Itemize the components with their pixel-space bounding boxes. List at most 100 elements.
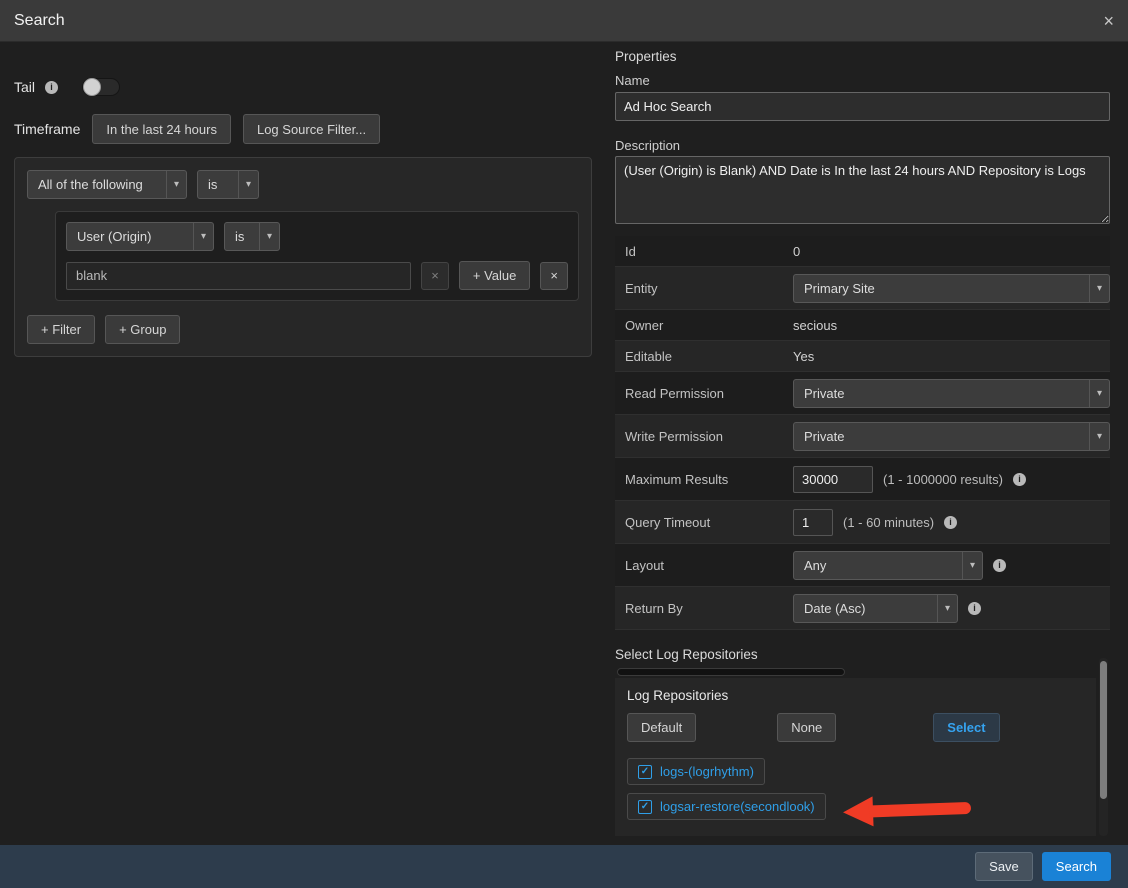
dialog-footer: Save Search xyxy=(0,845,1128,888)
property-row-read-permission: Read Permission Private ▾ xyxy=(615,372,1110,415)
group-condition-select[interactable]: is ▾ xyxy=(197,170,259,199)
timeframe-row: Timeframe In the last 24 hours Log Sourc… xyxy=(14,114,380,144)
return-by-select[interactable]: Date (Asc) ▾ xyxy=(793,594,958,623)
read-permission-select[interactable]: Private ▾ xyxy=(793,379,1110,408)
property-hint: (1 - 1000000 results) xyxy=(883,472,1003,487)
remove-value-button[interactable]: × xyxy=(421,262,449,290)
group-operator-select[interactable]: All of the following ▾ xyxy=(27,170,187,199)
tail-label: Tail xyxy=(14,79,35,95)
filter-value-input[interactable] xyxy=(66,262,411,290)
entity-select[interactable]: Primary Site ▾ xyxy=(793,274,1110,303)
info-icon[interactable]: i xyxy=(993,559,1006,572)
save-button[interactable]: Save xyxy=(975,852,1033,881)
add-group-button[interactable]: + Group xyxy=(105,315,180,344)
property-row-layout: Layout Any ▾ i xyxy=(615,544,1110,587)
repo-item-label: logsar-restore(secondlook) xyxy=(660,799,815,814)
properties-header: Properties xyxy=(615,49,677,64)
search-button[interactable]: Search xyxy=(1042,852,1111,881)
maximum-results-input[interactable] xyxy=(793,466,873,493)
dialog-titlebar: Search × xyxy=(0,0,1128,42)
add-value-button[interactable]: + Value xyxy=(459,261,531,290)
property-label: Return By xyxy=(615,601,793,616)
write-permission-select[interactable]: Private ▾ xyxy=(793,422,1110,451)
property-row-return-by: Return By Date (Asc) ▾ i xyxy=(615,587,1110,630)
property-row-editable: Editable Yes xyxy=(615,341,1110,372)
log-source-filter-button[interactable]: Log Source Filter... xyxy=(243,114,380,144)
scrollbar-thumb[interactable] xyxy=(1100,661,1107,799)
layout-value: Any xyxy=(804,558,826,573)
property-label: Write Permission xyxy=(615,429,793,444)
filter-builder: All of the following ▾ is ▾ User (Origin… xyxy=(14,157,592,357)
timeframe-button[interactable]: In the last 24 hours xyxy=(92,114,231,144)
checkbox-checked-icon[interactable]: ✓ xyxy=(638,800,652,814)
property-label: Entity xyxy=(615,281,793,296)
info-icon[interactable]: i xyxy=(1013,473,1026,486)
field-condition-value: is xyxy=(235,229,244,244)
field-select[interactable]: User (Origin) ▾ xyxy=(66,222,214,251)
close-icon[interactable]: × xyxy=(1103,12,1114,30)
log-repositories-box: Log Repositories Default None Select ✓ l… xyxy=(615,678,1096,836)
field-condition-select[interactable]: is ▾ xyxy=(224,222,280,251)
repo-item-label: logs-(logrhythm) xyxy=(660,764,754,779)
property-row-entity: Entity Primary Site ▾ xyxy=(615,267,1110,310)
chevron-down-icon: ▾ xyxy=(1089,423,1109,450)
repo-item-logs-logrhythm[interactable]: ✓ logs-(logrhythm) xyxy=(627,758,765,785)
chevron-down-icon: ▾ xyxy=(166,171,186,198)
remove-filter-button[interactable]: × xyxy=(540,262,568,290)
chevron-down-icon: ▾ xyxy=(259,223,279,250)
property-row-query-timeout: Query Timeout (1 - 60 minutes) i xyxy=(615,501,1110,544)
repo-item-logsar-restore-secondlook[interactable]: ✓ logsar-restore(secondlook) xyxy=(627,793,826,820)
property-row-maximum-results: Maximum Results (1 - 1000000 results) i xyxy=(615,458,1110,501)
editable-value: Yes xyxy=(793,349,814,364)
search-dialog: Search × Tail i Timeframe In the last 24… xyxy=(0,0,1128,888)
property-row-id: Id 0 xyxy=(615,236,1110,267)
query-timeout-input[interactable] xyxy=(793,509,833,536)
property-label: Maximum Results xyxy=(615,472,793,487)
property-label: Layout xyxy=(615,558,793,573)
info-icon[interactable]: i xyxy=(944,516,957,529)
filter-group: User (Origin) ▾ is ▾ × + Value × xyxy=(55,211,579,301)
select-log-repositories-header: Select Log Repositories xyxy=(615,647,758,662)
properties-table: Id 0 Entity Primary Site ▾ Owner secious… xyxy=(615,236,1110,630)
info-icon[interactable]: i xyxy=(45,81,58,94)
property-row-write-permission: Write Permission Private ▾ xyxy=(615,415,1110,458)
property-label: Owner xyxy=(615,318,793,333)
chevron-down-icon: ▾ xyxy=(1089,380,1109,407)
group-condition-value: is xyxy=(208,177,217,192)
property-label: Id xyxy=(615,244,793,259)
property-row-owner: Owner secious xyxy=(615,310,1110,341)
properties-panel: Properties Name Description Id 0 Entity … xyxy=(615,42,1110,845)
property-label: Editable xyxy=(615,349,793,364)
chevron-down-icon: ▾ xyxy=(1089,275,1109,302)
layout-select[interactable]: Any ▾ xyxy=(793,551,983,580)
owner-value: secious xyxy=(793,318,837,333)
field-value: User (Origin) xyxy=(77,229,151,244)
timeframe-label: Timeframe xyxy=(14,121,80,137)
default-button[interactable]: Default xyxy=(627,713,696,742)
tail-row: Tail i xyxy=(14,78,120,96)
repo-buttons-row: Default None Select xyxy=(627,713,1084,742)
write-permission-value: Private xyxy=(804,429,844,444)
property-hint: (1 - 60 minutes) xyxy=(843,515,934,530)
description-label: Description xyxy=(615,138,680,153)
description-input[interactable] xyxy=(615,156,1110,224)
log-repositories-title: Log Repositories xyxy=(627,688,1084,703)
name-label: Name xyxy=(615,73,650,88)
chevron-down-icon: ▾ xyxy=(962,552,982,579)
toggle-knob xyxy=(83,78,101,96)
add-filter-button[interactable]: + Filter xyxy=(27,315,95,344)
checkbox-checked-icon[interactable]: ✓ xyxy=(638,765,652,779)
chevron-down-icon: ▾ xyxy=(937,595,957,622)
vertical-scrollbar[interactable] xyxy=(1099,658,1108,836)
id-value: 0 xyxy=(793,244,800,259)
none-button[interactable]: None xyxy=(777,713,836,742)
group-operator-value: All of the following xyxy=(38,177,143,192)
select-button[interactable]: Select xyxy=(933,713,999,742)
repo-items-list: ✓ logs-(logrhythm) ✓ logsar-restore(seco… xyxy=(627,758,1084,820)
chevron-down-icon: ▾ xyxy=(193,223,213,250)
tail-toggle[interactable] xyxy=(82,78,120,96)
name-input[interactable] xyxy=(615,92,1110,121)
dialog-title: Search xyxy=(14,12,65,30)
info-icon[interactable]: i xyxy=(968,602,981,615)
horizontal-scrollbar[interactable] xyxy=(617,668,845,676)
